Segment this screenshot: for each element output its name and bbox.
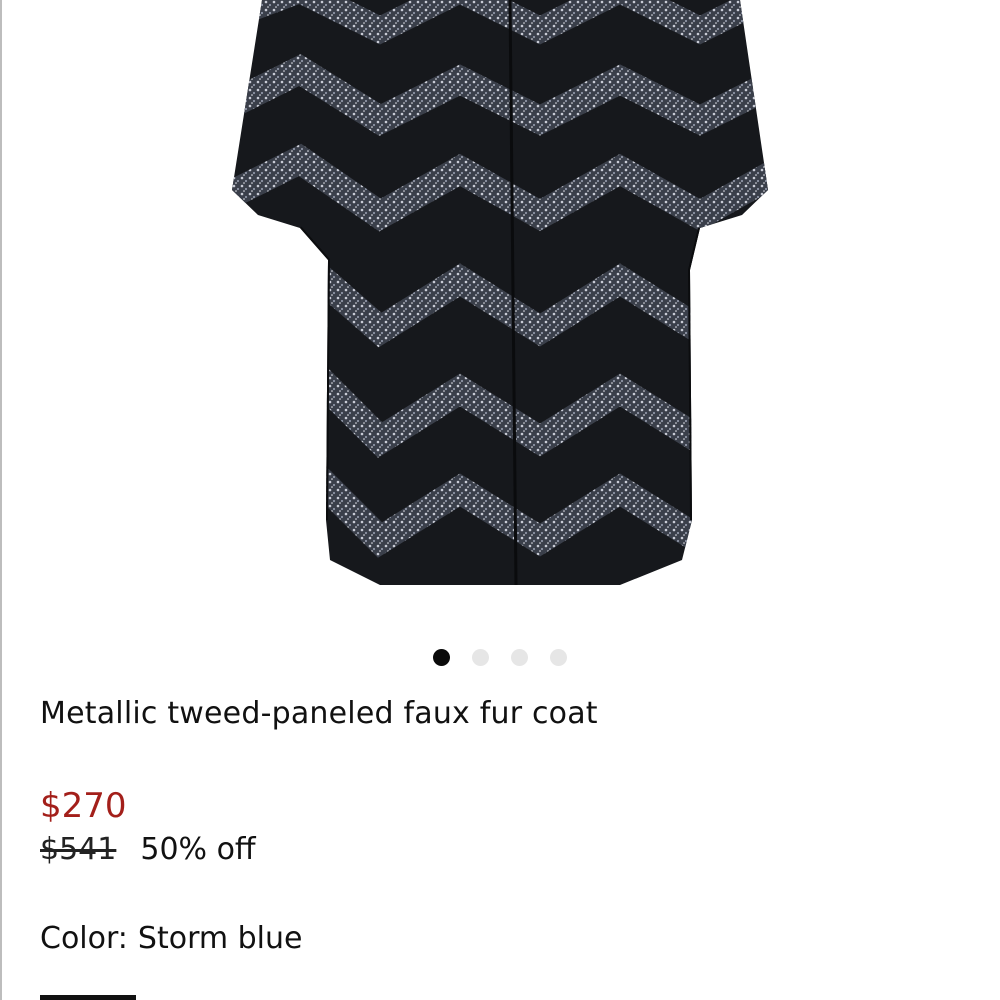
original-price: $541 bbox=[40, 832, 117, 867]
carousel-dot-1[interactable] bbox=[433, 649, 450, 666]
carousel-dot-4[interactable] bbox=[550, 649, 567, 666]
selected-color-swatch-indicator[interactable] bbox=[40, 995, 136, 1000]
product-image[interactable] bbox=[0, 0, 1000, 630]
original-price-row: $541 50% off bbox=[40, 830, 256, 870]
carousel-dot-3[interactable] bbox=[511, 649, 528, 666]
image-carousel-dots bbox=[433, 649, 567, 666]
product-title: Metallic tweed-paneled faux fur coat bbox=[40, 696, 598, 731]
color-value: Storm blue bbox=[137, 921, 303, 956]
color-label: Color: bbox=[40, 921, 128, 956]
color-selection: Color: Storm blue bbox=[40, 919, 302, 959]
coat-illustration bbox=[232, 0, 768, 585]
discount-label: 50% off bbox=[140, 832, 256, 867]
sale-price: $270 bbox=[40, 786, 127, 826]
carousel-dot-2[interactable] bbox=[472, 649, 489, 666]
